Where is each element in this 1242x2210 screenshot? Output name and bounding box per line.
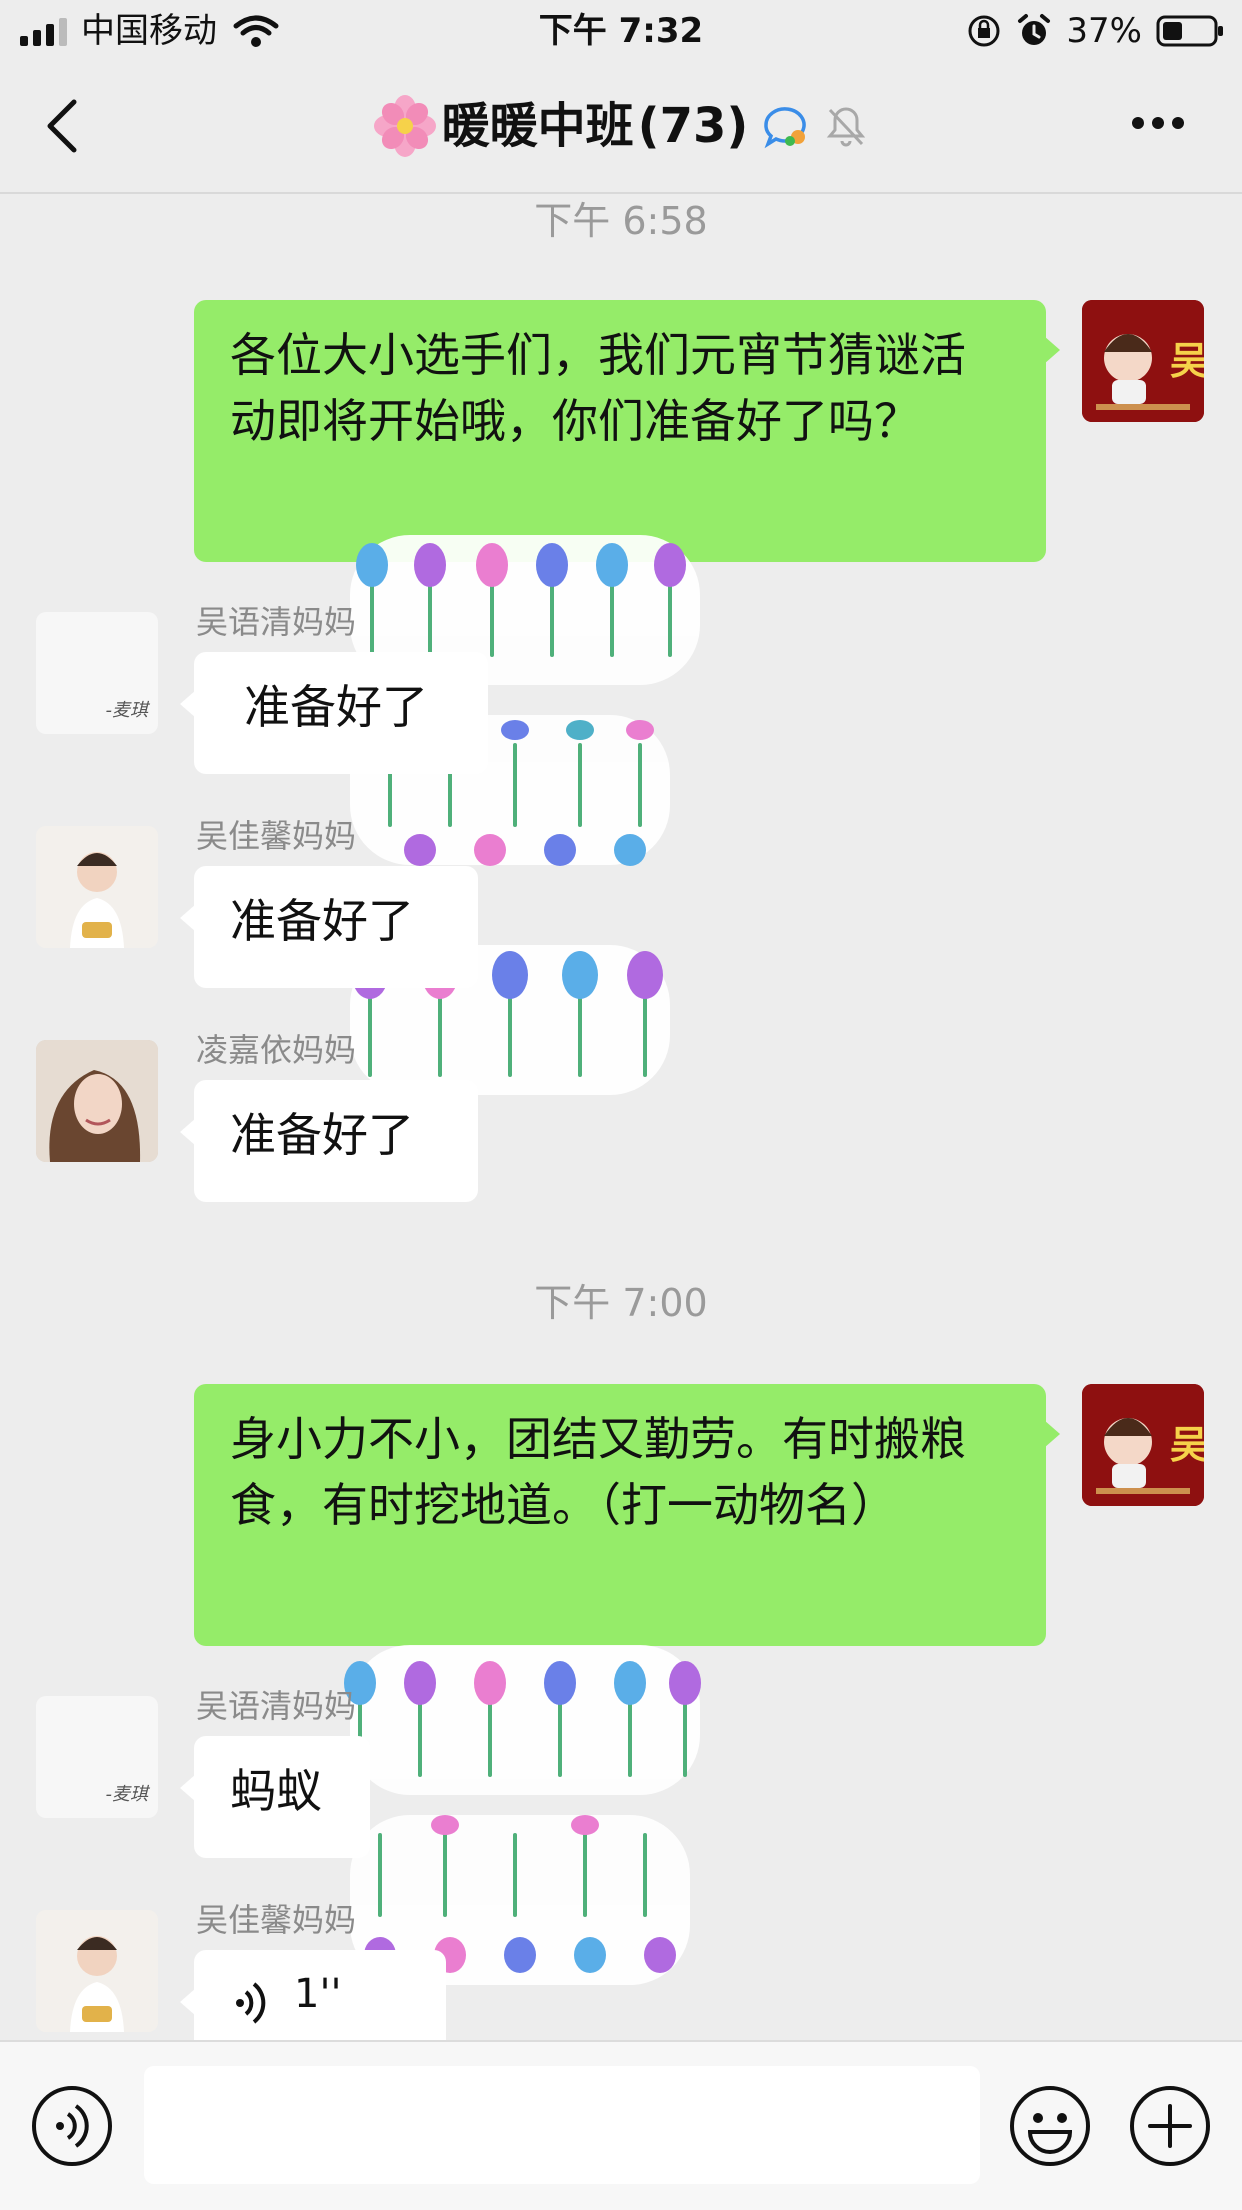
tulip-sticker	[344, 1645, 701, 1985]
avatar-signature: -麦琪	[105, 700, 149, 721]
message-bubble-incoming[interactable]: 准备好了	[180, 866, 478, 988]
timestamp: 下午 6:58	[534, 199, 708, 243]
avatar-member[interactable]	[36, 826, 158, 948]
avatar-self[interactable]: 吴	[1082, 1384, 1204, 1506]
sender-name: 吴语清妈妈	[196, 1687, 357, 1725]
sender-name: 凌嘉依妈妈	[196, 1031, 357, 1069]
self-avatar-art: 吴	[1082, 1384, 1204, 1506]
message-bubble-outgoing[interactable]: 各位大小选手们，我们元宵节猜谜活动即将开始哦，你们准备好了吗？	[194, 300, 1060, 562]
avatar-signature: -麦琪	[105, 1784, 149, 1805]
child-photo	[36, 1910, 158, 2032]
mute-icon	[827, 107, 866, 147]
avatar-member[interactable]	[36, 1910, 158, 2032]
group-badge-icon[interactable]	[760, 101, 810, 151]
chat-title: 暖暖中班	[441, 98, 634, 154]
timestamp: 下午 7:00	[534, 1281, 708, 1325]
avatar-member[interactable]: -麦琪	[36, 612, 158, 734]
woman-photo	[36, 1040, 158, 1162]
rotation-lock-icon	[968, 15, 1000, 47]
message-bubble-outgoing[interactable]: 身小力不小，团结又勤劳。有时搬粮食，有时挖地道。（打一动物名）	[194, 1384, 1060, 1646]
chat-header: 暖暖中班 (73)	[0, 62, 1242, 194]
sender-name: 吴佳馨妈妈	[196, 817, 357, 855]
sender-name: 吴语清妈妈	[196, 603, 357, 641]
member-count: (73)	[637, 98, 749, 154]
plus-icon[interactable]	[1128, 2084, 1212, 2168]
self-avatar-art: 吴	[1082, 300, 1204, 422]
emoji-icon[interactable]	[1008, 2084, 1092, 2168]
input-bar	[0, 2040, 1242, 2210]
message-bubble-incoming[interactable]: 准备好了	[180, 1080, 478, 1202]
status-right: 37%	[966, 8, 1224, 54]
alarm-icon	[1018, 14, 1051, 45]
voice-toggle-icon[interactable]	[30, 2084, 114, 2168]
voice-duration: 1''	[294, 1971, 342, 2017]
message-input[interactable]	[144, 2066, 980, 2184]
battery-percent: 37%	[1066, 11, 1142, 51]
message-bubble-incoming[interactable]: 蚂蚁	[180, 1736, 370, 1858]
seal-character: 吴	[1170, 1423, 1204, 1467]
voice-message-bubble[interactable]: 1''	[180, 1950, 446, 2040]
tulip-sticker	[350, 535, 700, 1095]
more-icon[interactable]	[1132, 114, 1192, 138]
status-bar: 中国移动 下午 7:32 37%	[0, 0, 1242, 62]
avatar-self[interactable]: 吴	[1082, 300, 1204, 422]
avatar-member[interactable]	[36, 1040, 158, 1162]
voice-icon	[236, 1982, 266, 2024]
message-bubble-incoming[interactable]: 准备好了	[180, 652, 488, 774]
child-photo	[36, 826, 158, 948]
chat-title-wrap: 暖暖中班 (73)	[0, 94, 1242, 158]
avatar-member[interactable]: -麦琪	[36, 1696, 158, 1818]
sender-name: 吴佳馨妈妈	[196, 1901, 357, 1939]
flower-icon	[373, 95, 436, 157]
battery-icon	[1156, 15, 1223, 47]
seal-character: 吴	[1170, 339, 1204, 383]
